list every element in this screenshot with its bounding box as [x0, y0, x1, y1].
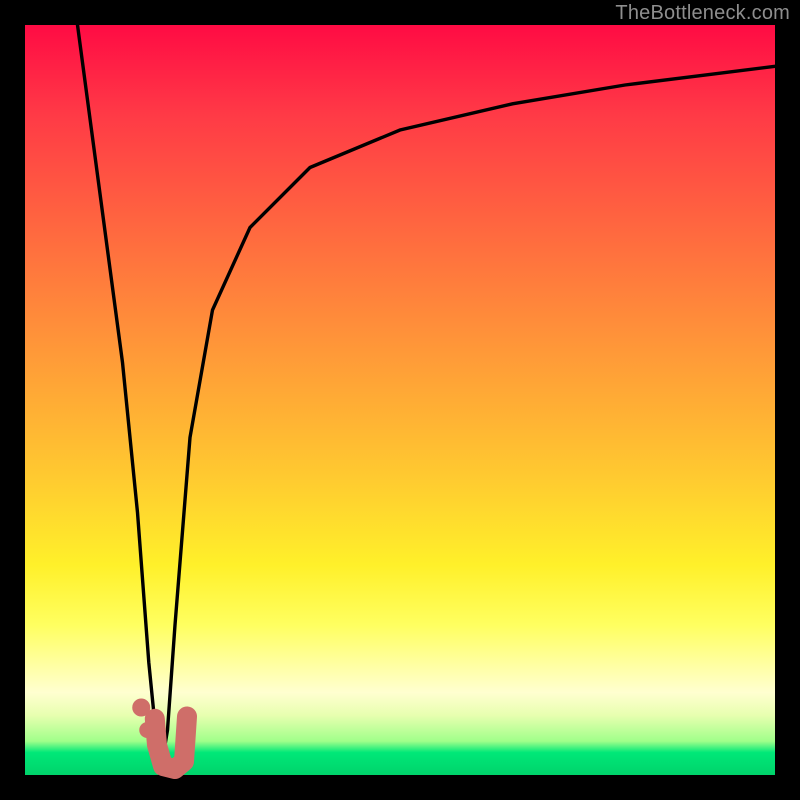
chart-frame: TheBottleneck.com	[0, 0, 800, 800]
highlight-hook	[155, 717, 187, 770]
watermark-text: TheBottleneck.com	[615, 2, 790, 25]
highlight-group	[132, 699, 187, 770]
bottleneck-curve-path	[78, 25, 776, 775]
chart-overlay	[25, 25, 775, 775]
